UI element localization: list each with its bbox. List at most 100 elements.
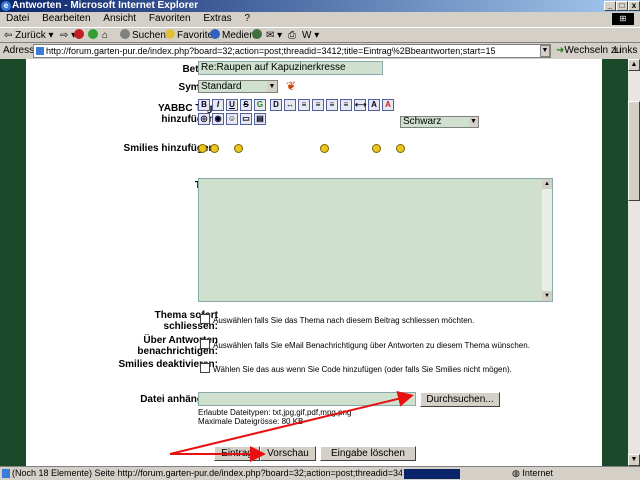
smilies-off-description: Wählen Sie das aus wenn Sie Code hinzufü… [213, 365, 512, 374]
scroll-up-icon[interactable]: ▲ [542, 179, 552, 189]
ftp-icon[interactable]: ▭ [240, 113, 252, 125]
butterfly-symbol-icon: ❦ [286, 79, 297, 93]
edit-button[interactable]: W ▾ [302, 28, 319, 43]
menu-view[interactable]: Ansicht [103, 13, 136, 24]
image-icon[interactable]: ◎ [198, 113, 210, 125]
address-url: http://forum.garten-pur.de/index.php?boa… [46, 46, 496, 56]
toolbar: ⇦ Zurück ▾ ⇨ ▾ ⌂ Suchen Favoriten Medien… [0, 27, 640, 43]
windows-flag-icon: ⊞ [612, 13, 634, 25]
address-dropdown-button[interactable]: ▼ [540, 45, 550, 57]
links-button[interactable]: Links [614, 43, 637, 59]
page-loading-icon [2, 469, 10, 478]
smilies-off-checkbox[interactable] [200, 363, 210, 373]
menu-file[interactable]: Datei [6, 13, 29, 24]
link-icon[interactable]: ↔ [284, 99, 296, 111]
italic-button[interactable]: I [212, 99, 224, 111]
font-color-icon[interactable]: A [382, 99, 394, 111]
textarea-scrollbar[interactable]: ▲ ▼ [542, 179, 552, 301]
progress-bar [404, 469, 460, 479]
notify-description: Auswählen falls Sie eMail Benachrichtigu… [213, 341, 530, 350]
mail-icon: ✉ [266, 30, 275, 41]
ie-logo-icon: e [1, 1, 11, 11]
underline-button[interactable]: U [226, 99, 238, 111]
history-button[interactable] [252, 28, 264, 43]
align-center-icon[interactable]: ≡ [312, 99, 324, 111]
go-button[interactable]: ➜Wechseln zu [556, 43, 621, 59]
submit-button[interactable]: Eintrag [214, 446, 260, 461]
printer-icon: ⎙ [288, 30, 296, 41]
smiley-icon[interactable] [198, 144, 207, 153]
grin-smiley-icon[interactable] [234, 144, 243, 153]
reply-form-panel: Betreff: Re:Raupen auf Kapuzinerkresse S… [26, 59, 602, 466]
message-textarea[interactable]: ▲ ▼ [198, 178, 553, 302]
zone-indicator: ◍ Internet [512, 468, 553, 478]
page-viewport: Betreff: Re:Raupen auf Kapuzinerkresse S… [0, 59, 628, 466]
attach-file-input[interactable] [198, 392, 416, 406]
max-size-text: Maximale Dateigrösse: 80 KB [198, 417, 304, 426]
search-button[interactable]: Suchen [120, 28, 166, 43]
home-icon: ⌂ [102, 30, 109, 41]
refresh-icon [88, 29, 98, 39]
window-title: Antworten - Microsoft Internet Explorer [12, 0, 199, 11]
menu-bar: Datei Bearbeiten Ansicht Favoriten Extra… [0, 12, 640, 26]
chevron-down-icon: ▼ [469, 117, 478, 127]
symbol-select[interactable]: Standard ▼ [198, 80, 278, 93]
chevron-down-icon: ▼ [267, 81, 277, 92]
cool-smiley-icon[interactable] [320, 144, 329, 153]
status-text: (Noch 18 Elemente) Seite http://forum.ga… [12, 468, 402, 478]
glow-button[interactable]: G [254, 99, 266, 111]
favorites-star-icon [165, 29, 175, 39]
scroll-down-icon[interactable]: ▼ [628, 454, 640, 466]
preview-button[interactable]: Vorschau [260, 446, 316, 461]
email-icon[interactable]: ☺ [226, 113, 238, 125]
page-scrollbar[interactable]: ▲ ▼ [628, 59, 640, 466]
maximize-button[interactable]: □ [616, 1, 628, 11]
clear-button[interactable]: Eingabe löschen [320, 446, 416, 461]
media-button[interactable]: Medien [210, 28, 255, 43]
bold-button[interactable]: B [198, 99, 210, 111]
page-icon [36, 47, 44, 55]
sad-smiley-icon[interactable] [396, 144, 405, 153]
menu-edit[interactable]: Bearbeiten [42, 13, 90, 24]
address-bar: Adresse http://forum.garten-pur.de/index… [0, 43, 640, 59]
forward-arrow-icon: ⇨ [60, 30, 69, 41]
close-thread-description: Auswählen falls Sie das Thema nach diese… [213, 316, 475, 325]
menu-tools[interactable]: Extras [203, 13, 231, 24]
status-bar: (Noch 18 Elemente) Seite http://forum.ga… [0, 466, 640, 480]
browse-button[interactable]: Durchsuchen... [420, 392, 500, 407]
color-select[interactable]: Schwarz ▼ [400, 116, 479, 128]
quote-icon[interactable]: ▤ [254, 113, 266, 125]
close-thread-checkbox[interactable] [200, 314, 210, 324]
globe-icon: ◍ [512, 468, 520, 478]
stop-icon [74, 29, 84, 39]
font-size-icon[interactable]: A [368, 99, 380, 111]
print-button[interactable]: ⎙ [288, 28, 296, 43]
history-icon [252, 29, 262, 39]
wink-smiley-icon[interactable] [210, 144, 219, 153]
horizontal-rule-icon[interactable]: ⟷ [354, 99, 366, 111]
notify-checkbox[interactable] [200, 339, 210, 349]
align-right-icon[interactable]: ≡ [326, 99, 338, 111]
menu-help[interactable]: ? [244, 13, 250, 24]
scroll-thumb[interactable] [628, 101, 640, 201]
minimize-button[interactable]: _ [604, 1, 616, 11]
web-icon[interactable]: ◉ [212, 113, 224, 125]
back-button[interactable]: ⇦ Zurück ▾ [4, 28, 54, 43]
address-input[interactable]: http://forum.garten-pur.de/index.php?boa… [33, 44, 551, 58]
home-button[interactable]: ⌂ [102, 28, 108, 43]
font-button[interactable]: D [270, 99, 282, 111]
stop-button[interactable] [74, 28, 86, 43]
scroll-down-icon[interactable]: ▼ [542, 291, 552, 301]
scroll-up-icon[interactable]: ▲ [628, 59, 640, 71]
close-button[interactable]: x [628, 1, 640, 11]
subject-input[interactable]: Re:Raupen auf Kapuzinerkresse [198, 61, 383, 75]
align-left-icon[interactable]: ≡ [298, 99, 310, 111]
allowed-types-text: Erlaubte Dateitypen: txt,jpg,gif,pdf,mpg… [198, 408, 352, 417]
angry-smiley-icon[interactable] [372, 144, 381, 153]
mail-button[interactable]: ✉ ▾ [266, 28, 282, 43]
refresh-button[interactable] [88, 28, 100, 43]
strike-button[interactable]: S [240, 99, 252, 111]
title-bar: e Antworten - Microsoft Internet Explore… [0, 0, 640, 12]
justify-icon[interactable]: ≡ [340, 99, 352, 111]
menu-favorites[interactable]: Favoriten [149, 13, 191, 24]
